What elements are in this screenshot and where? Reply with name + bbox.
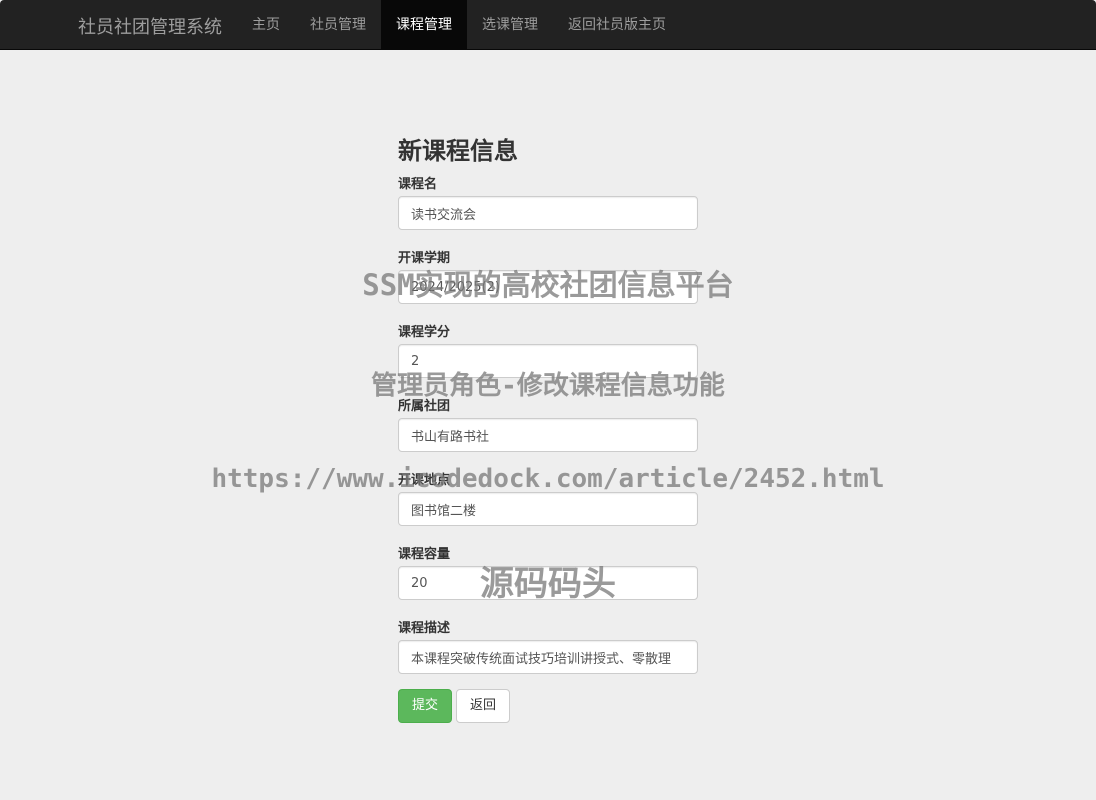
club-label: 所属社团 <box>398 399 451 414</box>
course-name-label: 课程名 <box>398 177 438 192</box>
description-label: 课程描述 <box>398 621 451 636</box>
nav-item-back-member-home[interactable]: 返回社员版主页 <box>553 0 681 50</box>
nav-item-member-management[interactable]: 社员管理 <box>295 0 381 50</box>
credit-input[interactable] <box>398 344 698 378</box>
course-name-input[interactable] <box>398 196 698 230</box>
capacity-label: 课程容量 <box>398 547 451 562</box>
semester-label: 开课学期 <box>398 251 451 266</box>
submit-button[interactable]: 提交 <box>398 689 452 723</box>
description-input[interactable] <box>398 640 698 674</box>
club-input[interactable] <box>398 418 698 452</box>
navbar-brand[interactable]: 社员社团管理系统 <box>78 13 222 39</box>
watermark-url: https://www.icodedock.com/article/2452.h… <box>211 464 885 494</box>
top-navbar: 社员社团管理系统 主页 社员管理 课程管理 选课管理 返回社员版主页 <box>0 0 1096 50</box>
location-label: 开课地点 <box>398 473 451 488</box>
nav-item-home[interactable]: 主页 <box>237 0 295 50</box>
capacity-input[interactable] <box>398 566 698 600</box>
location-input[interactable] <box>398 492 698 526</box>
back-button[interactable]: 返回 <box>456 689 510 723</box>
semester-input[interactable] <box>398 270 698 304</box>
credit-label: 课程学分 <box>398 325 451 340</box>
nav-item-enrollment-management[interactable]: 选课管理 <box>467 0 553 50</box>
nav-item-course-management[interactable]: 课程管理 <box>381 0 467 50</box>
form-title: 新课程信息 <box>398 137 518 165</box>
